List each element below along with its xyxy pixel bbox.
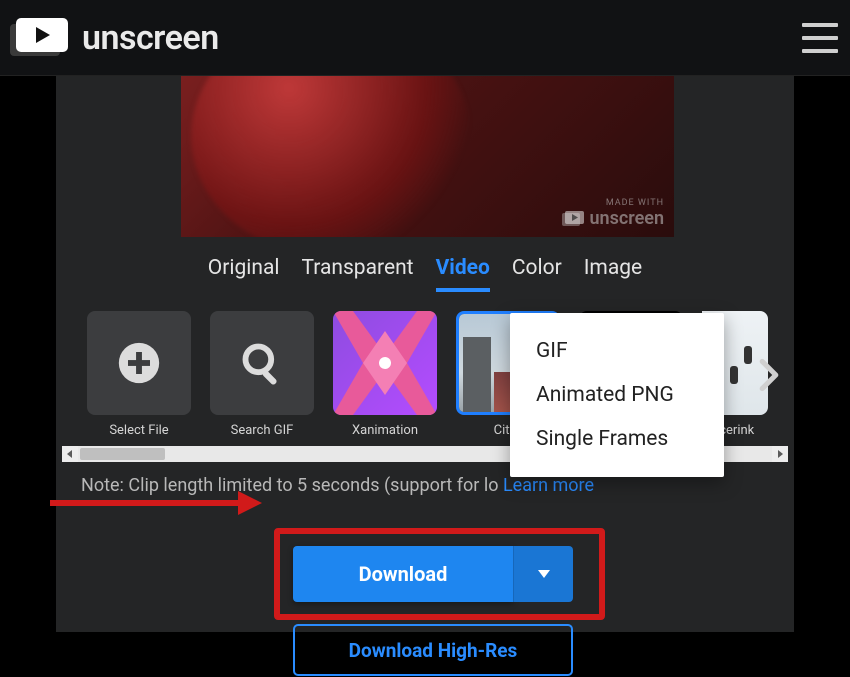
- play-logo-icon: [562, 211, 584, 227]
- carousel-next-button[interactable]: [752, 358, 786, 392]
- x-shape-icon: [333, 311, 437, 415]
- download-format-menu: GIF Animated PNG Single Frames: [510, 313, 724, 477]
- tab-color[interactable]: Color: [512, 256, 562, 292]
- scrollbar-thumb[interactable]: [80, 448, 165, 460]
- thumb-select-file[interactable]: Select File: [87, 311, 191, 438]
- tab-video[interactable]: Video: [436, 256, 490, 292]
- background-tabs: Original Transparent Video Color Image: [56, 256, 794, 292]
- triangle-right-icon: [776, 450, 784, 458]
- triangle-left-icon: [66, 450, 74, 458]
- menu-item-single-frames[interactable]: Single Frames: [510, 417, 724, 461]
- scroll-left-button[interactable]: [62, 446, 78, 462]
- download-high-res-button[interactable]: Download High-Res: [293, 624, 573, 676]
- tab-image[interactable]: Image: [584, 256, 642, 292]
- video-preview: MADE WITH unscreen: [181, 76, 674, 237]
- brand-logo[interactable]: unscreen: [10, 18, 219, 58]
- learn-more-link[interactable]: Learn more: [503, 475, 594, 496]
- download-button[interactable]: Download: [293, 546, 513, 602]
- app-header: unscreen: [0, 0, 850, 76]
- menu-icon[interactable]: [802, 23, 838, 53]
- preview-watermark: MADE WITH unscreen: [562, 198, 664, 229]
- search-icon: [240, 341, 284, 385]
- thumb-xanimation[interactable]: Xanimation: [333, 311, 437, 438]
- download-dropdown-toggle[interactable]: [513, 546, 573, 602]
- tab-transparent[interactable]: Transparent: [301, 256, 413, 292]
- download-button-group: Download: [293, 546, 573, 602]
- scroll-right-button[interactable]: [772, 446, 788, 462]
- menu-item-animated-png[interactable]: Animated PNG: [510, 373, 724, 417]
- caret-down-icon: [538, 570, 550, 578]
- note-text: Note: Clip length limited to 5 seconds (…: [81, 475, 498, 496]
- thumb-search-gif[interactable]: Search GIF: [210, 311, 314, 438]
- menu-item-gif[interactable]: GIF: [510, 329, 724, 373]
- plus-circle-icon: [117, 341, 161, 385]
- play-logo-icon: [10, 18, 68, 58]
- brand-name: unscreen: [82, 18, 219, 58]
- chevron-right-icon: [758, 358, 780, 392]
- tab-original[interactable]: Original: [208, 256, 280, 292]
